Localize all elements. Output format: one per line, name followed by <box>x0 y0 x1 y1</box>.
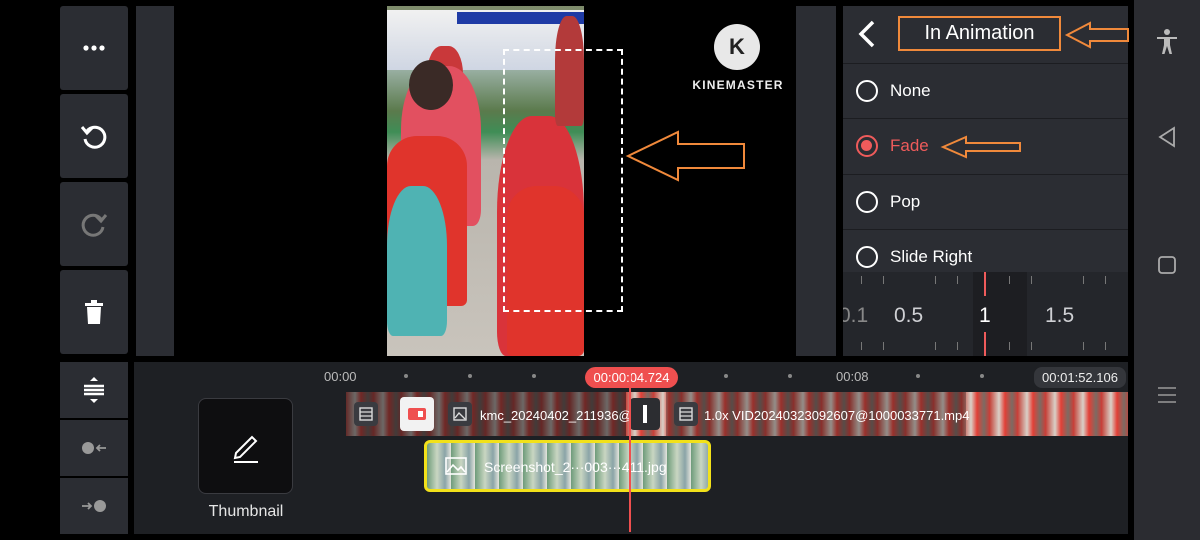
tool-column <box>54 0 134 358</box>
radio-none[interactable] <box>856 80 878 102</box>
image-layer-icon <box>444 454 468 478</box>
panel-title: In Animation <box>898 16 1061 51</box>
jump-to-end-button[interactable] <box>60 478 128 534</box>
redo-icon <box>81 213 108 237</box>
accessibility-button[interactable] <box>1152 27 1182 57</box>
selection-frame[interactable] <box>503 49 623 312</box>
kinemaster-logo: K <box>714 24 760 70</box>
annotation-arrow-icon <box>625 130 745 182</box>
main-clip-label: kmc_20240402_211936@ <box>480 408 632 423</box>
total-time: 00:01:52.106 <box>1034 367 1126 388</box>
option-label: Pop <box>890 192 921 211</box>
home-nav-button[interactable] <box>1152 250 1182 280</box>
redo-button[interactable] <box>60 182 128 266</box>
back-button[interactable] <box>852 16 882 52</box>
undo-button[interactable] <box>60 94 128 178</box>
overlay-clip-label: Screenshot_2···003···411.jpg <box>484 459 667 475</box>
option-label: Fade <box>890 136 929 155</box>
radio-pop[interactable] <box>856 191 878 213</box>
playhead[interactable] <box>629 372 631 532</box>
expand-tracks-icon <box>84 377 104 403</box>
option-none[interactable]: None <box>843 63 1128 118</box>
menu-lines-icon <box>1158 387 1176 403</box>
image-clip-icon <box>448 402 472 426</box>
radio-slide-right[interactable] <box>856 246 878 268</box>
undo-icon <box>80 125 107 149</box>
thumbnail-label: Thumbnail <box>208 503 284 520</box>
track-adjust-button[interactable] <box>60 362 128 418</box>
ruler-indicator <box>984 332 986 356</box>
clip-media-icon <box>674 402 698 426</box>
ruler-value: 1.5 <box>1045 304 1075 327</box>
dot-arrow-left-icon <box>82 442 106 454</box>
time-marker: 00:00 <box>324 369 357 384</box>
arrow-dot-right-icon <box>82 500 106 512</box>
annotation-arrow-icon <box>940 135 1021 159</box>
duration-ruler[interactable]: 0.1 0.5 1 1.5 <box>843 272 1128 356</box>
watermark-text: KINEMASTER <box>692 78 784 92</box>
main-clip-label: 1.0x VID20240323092607@1000033771.mp4 <box>704 408 970 423</box>
ruler-value: 0.1 <box>843 304 869 327</box>
ruler-indicator <box>984 272 986 296</box>
transition-button[interactable] <box>400 397 434 431</box>
ruler-value-selected: 1 <box>979 304 991 327</box>
pencil-icon <box>233 435 258 463</box>
option-label: None <box>890 81 931 100</box>
accessibility-icon <box>1157 29 1177 54</box>
triangle-back-icon <box>1158 126 1175 148</box>
recents-nav-button[interactable] <box>1152 380 1182 410</box>
transition-icon <box>408 408 426 420</box>
radio-fade[interactable] <box>856 135 878 157</box>
chevron-left-icon <box>858 20 875 48</box>
delete-button[interactable] <box>60 270 128 354</box>
thumbnail-button[interactable] <box>198 398 293 494</box>
current-time: 00:00:04.724 <box>585 367 678 388</box>
square-home-icon <box>1158 256 1176 274</box>
trash-icon <box>85 300 103 324</box>
clip-media-icon <box>354 402 378 426</box>
annotation-arrow-icon <box>1064 21 1129 49</box>
option-pop[interactable]: Pop <box>843 174 1128 229</box>
more-button[interactable] <box>60 6 128 90</box>
option-label: Slide Right <box>890 247 973 266</box>
more-dots-icon <box>83 45 105 51</box>
time-marker: 00:08 <box>836 369 869 384</box>
ruler-value: 0.5 <box>894 304 924 327</box>
jump-to-start-button[interactable] <box>60 420 128 476</box>
back-nav-button[interactable] <box>1152 122 1182 152</box>
clip-divider-handle[interactable] <box>630 398 660 430</box>
